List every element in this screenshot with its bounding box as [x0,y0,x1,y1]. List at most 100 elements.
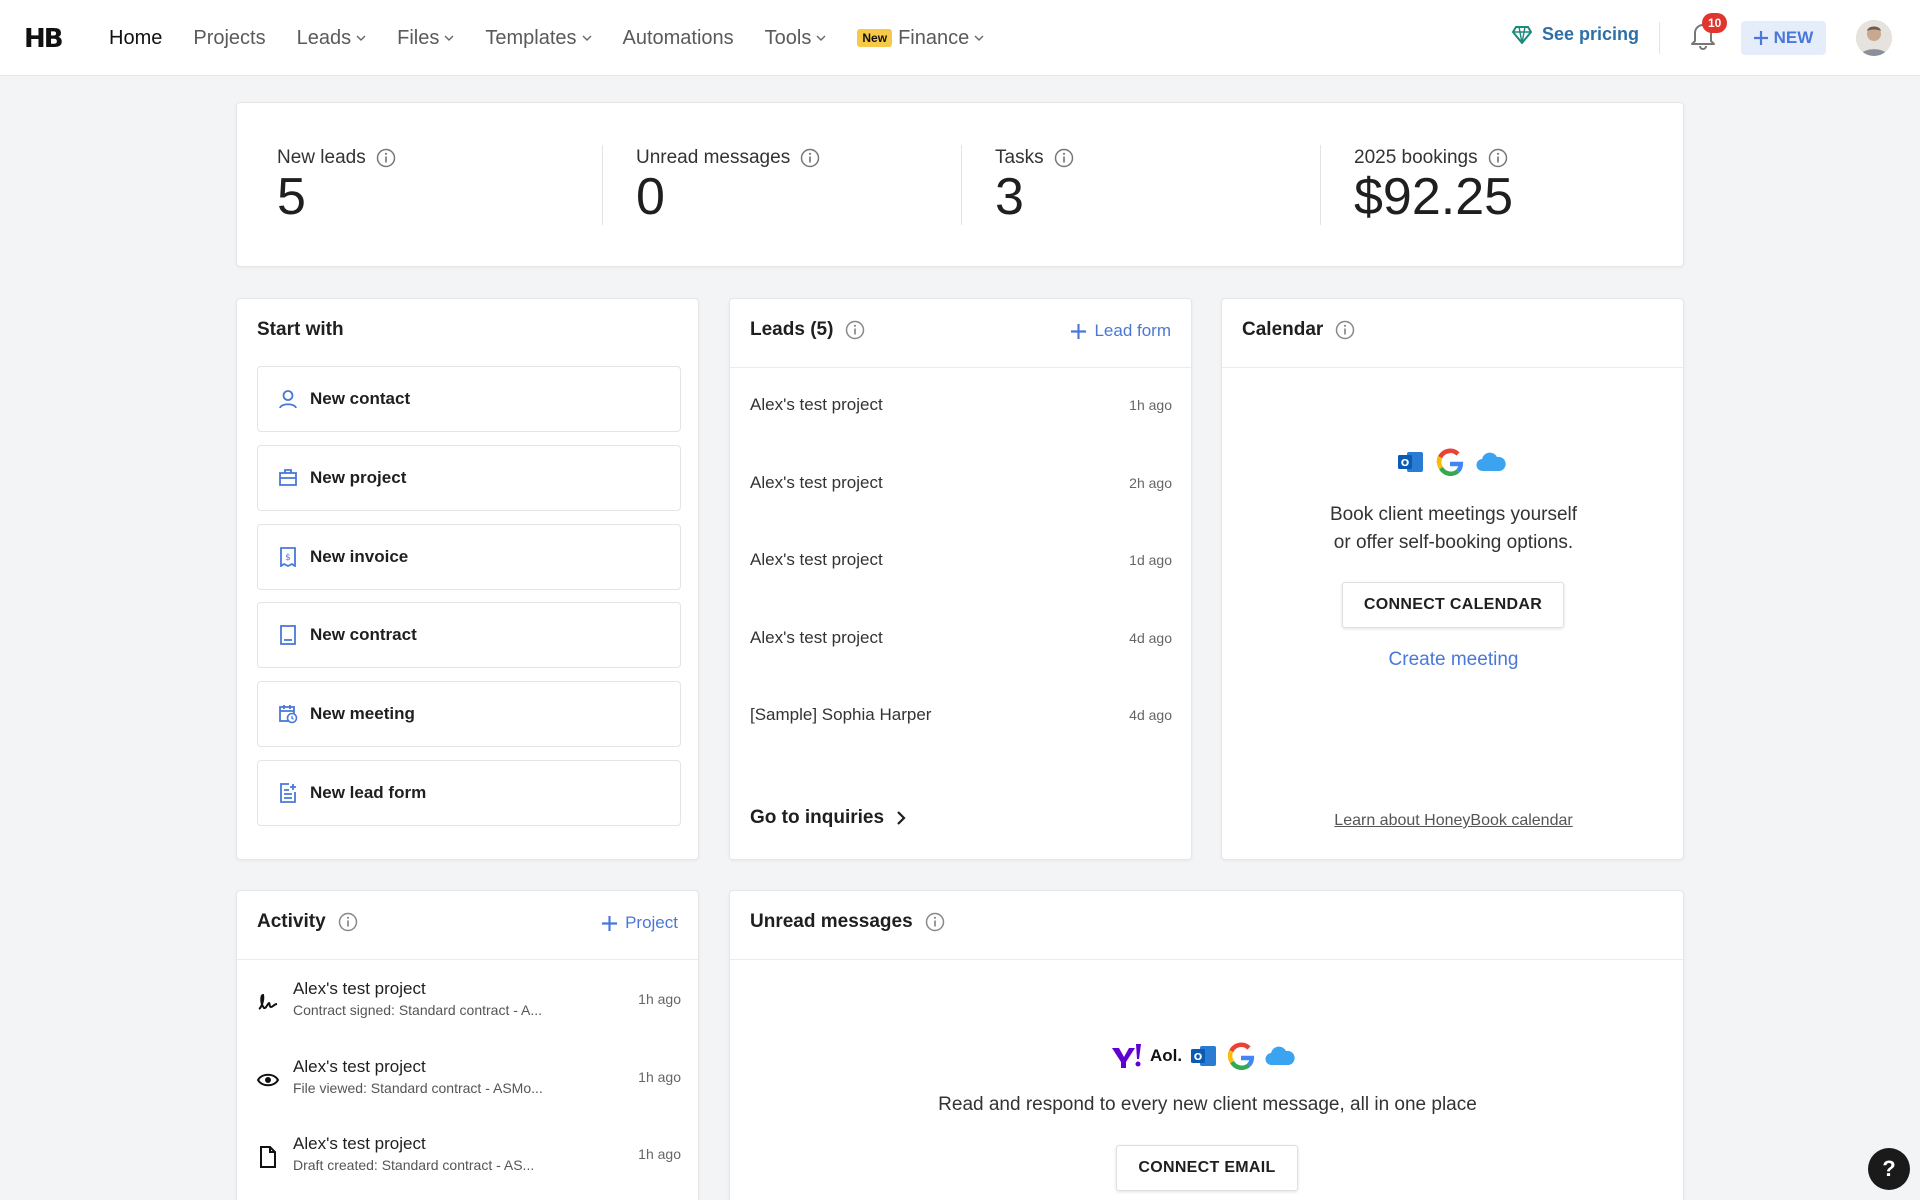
nav-leads[interactable]: Leads [297,27,367,50]
stat-divider [961,145,962,225]
connect-email-button[interactable]: CONNECT EMAIL [1116,1145,1298,1191]
lead-name: [Sample] Sophia Harper [750,705,932,724]
lead-row[interactable]: Alex's test project 4d ago [750,628,1172,648]
start-item-label: New meeting [310,704,415,723]
plus-icon [1753,31,1768,45]
learn-calendar-link[interactable]: Learn about HoneyBook calendar [1222,812,1685,830]
new-button[interactable]: NEW [1741,21,1826,55]
new-contract-button[interactable]: New contract [257,602,681,668]
create-meeting-link[interactable]: Create meeting [1222,649,1685,671]
outlook-icon: O [1191,1046,1217,1066]
nav-home[interactable]: Home [109,27,162,50]
start-item-label: New contact [310,389,411,408]
connect-calendar-button[interactable]: CONNECT CALENDAR [1342,582,1564,628]
invoice-icon: $ [280,547,296,567]
nav-leads-label: Leads [296,26,352,49]
user-avatar[interactable] [1856,20,1892,56]
stat-tasks[interactable]: Tasks 3 [995,147,1074,223]
new-invoice-button[interactable]: $ New invoice [257,524,681,590]
new-meeting-button[interactable]: New meeting [257,681,681,747]
leads-card: Leads (5) Lead form Alex's test project 1… [729,298,1192,860]
stat-value: 0 [636,168,665,226]
activity-card: Activity Project Alex's test project Con… [236,890,699,1200]
notification-count-badge: 10 [1702,13,1728,33]
activity-row[interactable]: Alex's test project Contract signed: Sta… [257,979,681,1027]
chevron-down-icon [974,35,984,41]
new-project-button[interactable]: New project [257,445,681,511]
new-contact-button[interactable]: New contact [257,366,681,432]
nav-automations-label: Automations [622,26,734,49]
start-with-title: Start with [257,319,344,340]
lead-name: Alex's test project [750,550,883,569]
add-project-link[interactable]: Project [602,913,678,933]
activity-title: Alex's test project [293,979,426,998]
lead-time: 2h ago [1129,475,1172,491]
activity-title: Alex's test project [293,1057,426,1076]
nav-automations[interactable]: Automations [623,27,734,50]
leads-title-text: Leads (5) [750,319,834,340]
svg-text:O: O [1194,1052,1203,1063]
stat-new-leads[interactable]: New leads 5 [277,147,396,223]
eye-icon [257,1073,279,1087]
unread-messages-card: Unread messages Aol. O Read and respond … [729,890,1684,1200]
icloud-icon [1476,452,1506,472]
add-project-label: Project [625,913,678,932]
card-header-divider [730,367,1191,368]
info-icon[interactable] [338,912,358,932]
nav-finance[interactable]: New Finance [857,27,984,50]
leads-title: Leads (5) [750,319,865,341]
calendar-description-line: Book client meetings yourself [1329,504,1578,525]
lead-row[interactable]: [Sample] Sophia Harper 4d ago [750,705,1172,725]
nav-templates-label: Templates [485,26,577,49]
go-to-inquiries-label: Go to inquiries [750,807,885,828]
stat-unread-messages[interactable]: Unread messages 0 [636,147,820,223]
nav-projects[interactable]: Projects [193,27,265,50]
info-icon[interactable] [376,148,396,168]
activity-subtitle: Contract signed: Standard contract - A..… [293,1002,543,1018]
lead-form-icon [280,783,296,803]
nav-files[interactable]: Files [397,27,454,50]
avatar-portrait-icon [1856,20,1892,56]
calendar-description: Book client meetings yourself or offer s… [1222,501,1685,557]
stats-card: New leads 5 Unread messages 0 Tasks 3 20… [236,102,1684,267]
new-button-label: NEW [1773,28,1814,47]
lead-form-link[interactable]: Lead form [1071,321,1171,341]
lead-row[interactable]: Alex's test project 2h ago [750,473,1172,493]
svg-text:O: O [1401,458,1410,469]
info-icon[interactable] [1488,148,1508,168]
info-icon[interactable] [1335,320,1355,340]
help-button[interactable]: ? [1868,1148,1910,1190]
stat-label: Tasks [995,147,1044,168]
new-badge: New [857,29,893,47]
outlook-icon: O [1398,452,1423,472]
see-pricing-link[interactable]: See pricing [1512,24,1639,45]
main-nav: Home Projects Leads Files Templates Auto… [109,0,1015,76]
nav-projects-label: Projects [193,26,266,49]
chevron-down-icon [816,35,826,41]
start-item-label: New invoice [310,547,409,566]
start-with-card: Start with New contact New project $ New… [236,298,699,860]
nav-templates[interactable]: Templates [485,27,591,50]
lead-row[interactable]: Alex's test project 1d ago [750,550,1172,570]
see-pricing-label: See pricing [1542,24,1640,44]
new-lead-form-button[interactable]: New lead form [257,760,681,826]
calendar-title-text: Calendar [1242,319,1324,340]
honeybook-logo[interactable]: HB [24,24,64,54]
activity-time: 1h ago [638,991,681,1007]
lead-row[interactable]: Alex's test project 1h ago [750,395,1172,415]
start-item-label: New contract [310,625,417,644]
activity-time: 1h ago [638,1069,681,1085]
activity-row[interactable]: Alex's test project File viewed: Standar… [257,1057,681,1105]
info-icon[interactable] [845,320,865,340]
activity-title: Alex's test project [293,1134,426,1153]
info-icon[interactable] [800,148,820,168]
info-icon[interactable] [925,912,945,932]
go-to-inquiries-link[interactable]: Go to inquiries [750,807,906,829]
activity-title: Activity [257,911,358,933]
nav-home-label: Home [109,26,163,49]
info-icon[interactable] [1054,148,1074,168]
calendar-card: Calendar O Book client meetings yourself… [1221,298,1684,860]
activity-row[interactable]: Alex's test project Draft created: Stand… [257,1134,681,1182]
nav-tools[interactable]: Tools [765,27,827,50]
stat-bookings[interactable]: 2025 bookings $92.25 [1354,147,1513,223]
